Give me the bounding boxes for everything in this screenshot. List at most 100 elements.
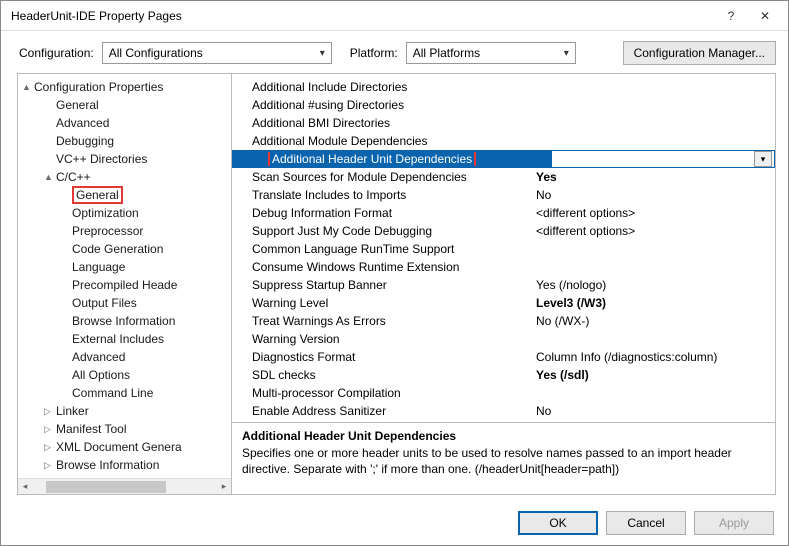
property-name: Debug Information Format bbox=[232, 206, 532, 220]
tree-item[interactable]: Code Generation bbox=[18, 240, 231, 258]
expand-icon: ▷ bbox=[44, 460, 56, 471]
property-value: Yes (/sdl) bbox=[532, 368, 775, 382]
tree-item-label: General bbox=[72, 186, 123, 204]
tree-item[interactable]: ▷XML Document Genera bbox=[18, 438, 231, 456]
property-name: Additional Module Dependencies bbox=[232, 134, 532, 148]
property-row[interactable]: Multi-processor Compilation bbox=[232, 384, 775, 402]
tree-item-label: Browse Information bbox=[72, 314, 175, 328]
property-name: Additional BMI Directories bbox=[232, 116, 532, 130]
tree-item[interactable]: VC++ Directories bbox=[18, 150, 231, 168]
property-value: <different options> bbox=[532, 224, 775, 238]
property-value: No bbox=[532, 188, 775, 202]
property-row[interactable]: Warning LevelLevel3 (/W3) bbox=[232, 294, 775, 312]
tree-item-label: VC++ Directories bbox=[56, 152, 147, 166]
tree-item-label: External Includes bbox=[72, 332, 164, 346]
property-row[interactable]: Consume Windows Runtime Extension bbox=[232, 258, 775, 276]
dialog-footer: OK Cancel Apply bbox=[518, 511, 774, 535]
help-icon[interactable]: ? bbox=[714, 3, 748, 29]
tree-item[interactable]: Advanced bbox=[18, 114, 231, 132]
cancel-button[interactable]: Cancel bbox=[606, 511, 686, 535]
property-row[interactable]: Additional Module Dependencies bbox=[232, 132, 775, 150]
tree-item[interactable]: Advanced bbox=[18, 348, 231, 366]
property-name: Support Just My Code Debugging bbox=[232, 224, 532, 238]
configuration-dropdown[interactable]: All Configurations ▾ bbox=[102, 42, 332, 64]
expand-icon: ▲ bbox=[22, 82, 34, 92]
tree-item[interactable]: ▲C/C++ bbox=[18, 168, 231, 186]
platform-value: All Platforms bbox=[413, 46, 480, 60]
chevron-down-icon[interactable]: ▾ bbox=[754, 151, 772, 167]
property-row[interactable]: Additional Include Directories bbox=[232, 78, 775, 96]
horizontal-scrollbar[interactable]: ◂ ▸ bbox=[18, 478, 231, 494]
platform-label: Platform: bbox=[350, 46, 398, 60]
description-text: Specifies one or more header units to be… bbox=[242, 445, 765, 477]
tree-item-label: Debugging bbox=[56, 134, 114, 148]
tree-item[interactable]: Optimization bbox=[18, 204, 231, 222]
tree-item-label: Preprocessor bbox=[72, 224, 143, 238]
tree-item[interactable]: Browse Information bbox=[18, 312, 231, 330]
tree-item[interactable]: Output Files bbox=[18, 294, 231, 312]
property-row[interactable]: Support Just My Code Debugging<different… bbox=[232, 222, 775, 240]
property-name: Additional Header Unit Dependencies bbox=[250, 152, 550, 166]
tree-item-label: Manifest Tool bbox=[56, 422, 126, 436]
property-row[interactable]: Additional #using Directories bbox=[232, 96, 775, 114]
property-row[interactable]: Enable Address SanitizerNo bbox=[232, 402, 775, 420]
description-title: Additional Header Unit Dependencies bbox=[242, 429, 765, 443]
tree-item-label: XML Document Genera bbox=[56, 440, 182, 454]
description-box: Additional Header Unit Dependencies Spec… bbox=[232, 422, 775, 494]
tree-item-label: Linker bbox=[56, 404, 89, 418]
property-name: Multi-processor Compilation bbox=[232, 386, 532, 400]
apply-button[interactable]: Apply bbox=[694, 511, 774, 535]
property-value: No (/WX-) bbox=[532, 314, 775, 328]
tree-item[interactable]: Language bbox=[18, 258, 231, 276]
property-row[interactable]: SDL checksYes (/sdl) bbox=[232, 366, 775, 384]
property-name: Warning Level bbox=[232, 296, 532, 310]
expand-icon: ▷ bbox=[44, 442, 56, 453]
property-row[interactable]: Common Language RunTime Support bbox=[232, 240, 775, 258]
tree-item[interactable]: ▷Manifest Tool bbox=[18, 420, 231, 438]
tree-item-label: Advanced bbox=[72, 350, 125, 364]
property-name: Translate Includes to Imports bbox=[232, 188, 532, 202]
property-row[interactable]: Diagnostics FormatColumn Info (/diagnost… bbox=[232, 348, 775, 366]
property-row[interactable]: Debug Information Format<different optio… bbox=[232, 204, 775, 222]
platform-dropdown[interactable]: All Platforms ▾ bbox=[406, 42, 576, 64]
property-row[interactable]: Additional BMI Directories bbox=[232, 114, 775, 132]
tree-item[interactable]: ▷Linker bbox=[18, 402, 231, 420]
property-row[interactable]: Additional Header Unit Dependencies ▾ bbox=[232, 150, 775, 168]
configuration-label: Configuration: bbox=[19, 46, 94, 60]
tree-item-label: All Options bbox=[72, 368, 130, 382]
tree-item[interactable]: ▲Configuration Properties bbox=[18, 78, 231, 96]
property-name: Scan Sources for Module Dependencies bbox=[232, 170, 532, 184]
tree-item-label: Precompiled Heade bbox=[72, 278, 177, 292]
tree-item-label: General bbox=[56, 98, 99, 112]
ok-button[interactable]: OK bbox=[518, 511, 598, 535]
configuration-manager-button[interactable]: Configuration Manager... bbox=[623, 41, 776, 65]
tree-item[interactable]: Command Line bbox=[18, 384, 231, 402]
property-value: Yes bbox=[532, 170, 775, 184]
scroll-left-icon[interactable]: ◂ bbox=[18, 480, 32, 494]
tree-item-label: Optimization bbox=[72, 206, 139, 220]
tree-item[interactable]: All Options bbox=[18, 366, 231, 384]
tree-item[interactable]: Debugging bbox=[18, 132, 231, 150]
tree-item[interactable]: Preprocessor bbox=[18, 222, 231, 240]
property-row[interactable]: Scan Sources for Module DependenciesYes bbox=[232, 168, 775, 186]
property-row[interactable]: Treat Warnings As ErrorsNo (/WX-) bbox=[232, 312, 775, 330]
tree-item[interactable]: Precompiled Heade bbox=[18, 276, 231, 294]
property-row[interactable]: Suppress Startup BannerYes (/nologo) bbox=[232, 276, 775, 294]
title-bar: HeaderUnit-IDE Property Pages ? ✕ bbox=[1, 1, 788, 31]
tree-item[interactable]: ▷Browse Information bbox=[18, 456, 231, 474]
property-row[interactable]: Translate Includes to ImportsNo bbox=[232, 186, 775, 204]
scrollbar-thumb[interactable] bbox=[46, 481, 166, 493]
property-row[interactable]: Warning Version bbox=[232, 330, 775, 348]
property-value-cell[interactable]: ▾ bbox=[551, 150, 776, 168]
chevron-down-icon: ▾ bbox=[564, 48, 569, 59]
chevron-down-icon: ▾ bbox=[320, 48, 325, 59]
property-list: Additional Include Directories Additional… bbox=[232, 74, 775, 422]
tree-item[interactable]: General bbox=[18, 186, 231, 204]
tree-item[interactable]: General bbox=[18, 96, 231, 114]
tree-item-label: Code Generation bbox=[72, 242, 163, 256]
close-icon[interactable]: ✕ bbox=[748, 3, 782, 29]
property-name: Consume Windows Runtime Extension bbox=[232, 260, 532, 274]
scroll-right-icon[interactable]: ▸ bbox=[217, 480, 231, 494]
tree-item[interactable]: External Includes bbox=[18, 330, 231, 348]
property-name: Additional #using Directories bbox=[232, 98, 532, 112]
